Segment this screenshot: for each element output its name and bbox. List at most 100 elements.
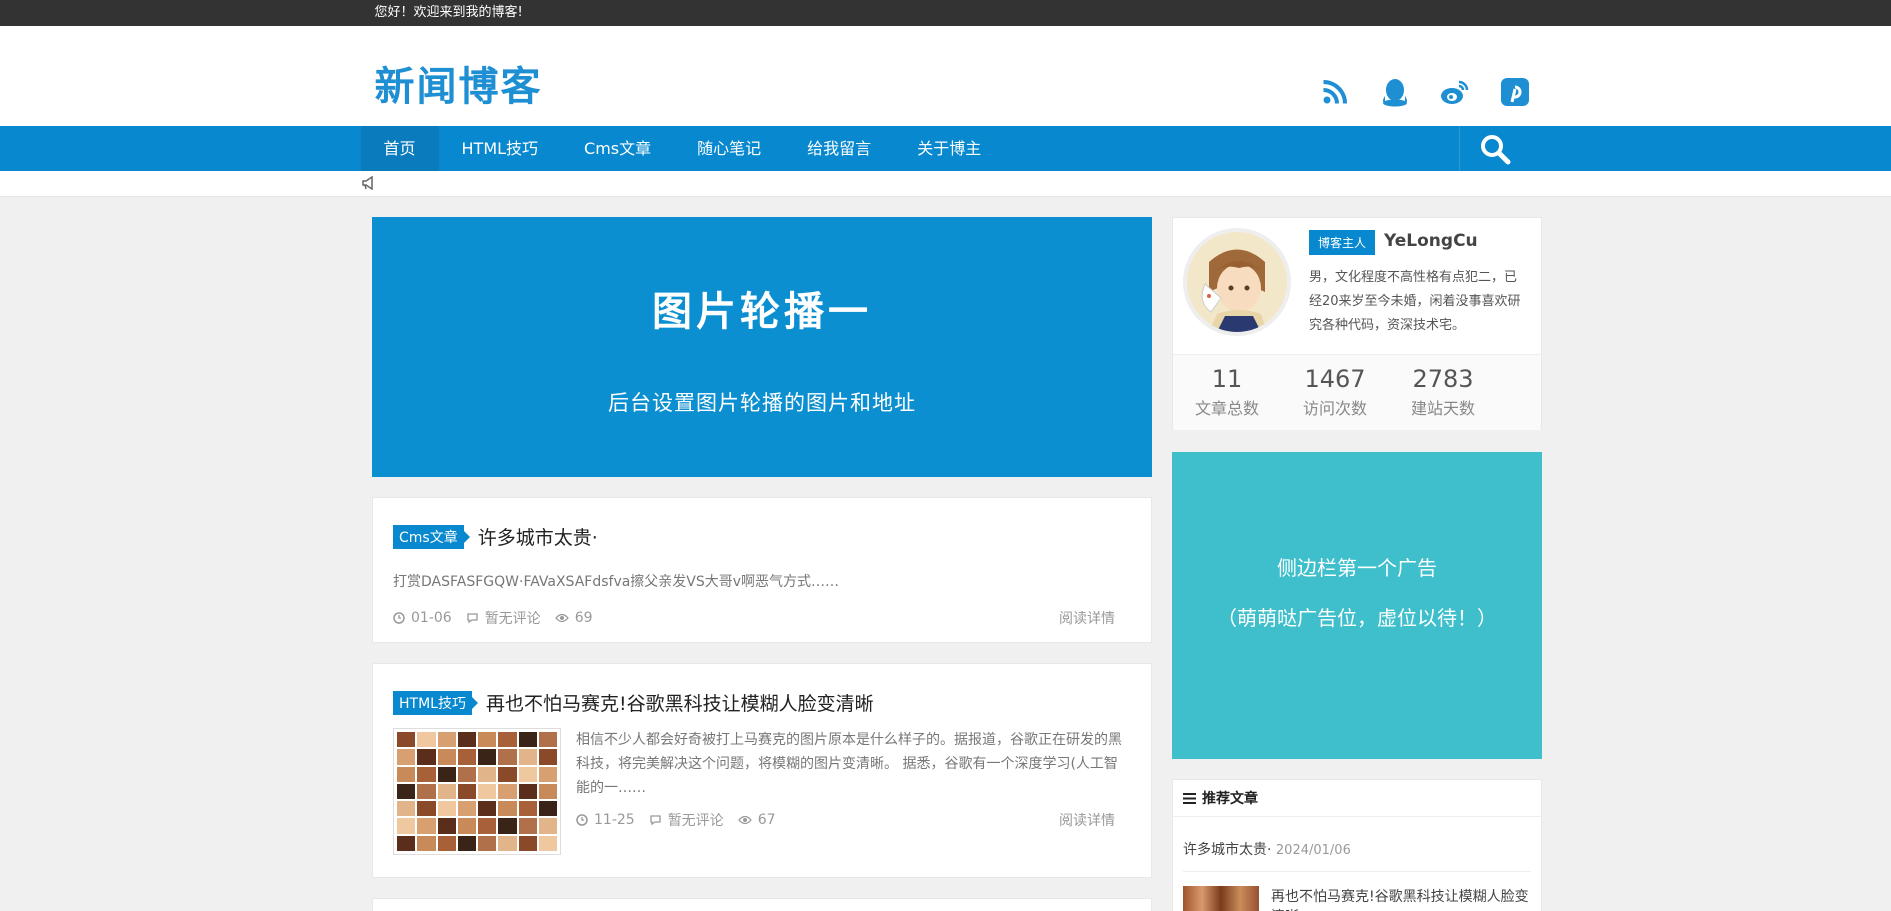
thumb-cell — [478, 749, 497, 765]
thumb-cell — [397, 801, 416, 817]
thumb-cell — [538, 732, 557, 748]
thumb-cell — [478, 801, 497, 817]
thumb-cell — [437, 835, 456, 851]
category-tag[interactable]: Cms文章 — [393, 524, 470, 549]
thumb-cell — [538, 835, 557, 851]
thumb-cell — [417, 801, 436, 817]
thumb-cell — [417, 835, 436, 851]
thumb-cell — [457, 783, 476, 800]
header: 新闻博客 — [0, 26, 1891, 126]
post-title[interactable]: 再也不怕马赛克!谷歌黑科技让模糊人脸变清晰 — [486, 689, 874, 716]
weibo-icon[interactable] — [1439, 76, 1471, 108]
thumb-cell — [498, 732, 517, 748]
nav-item-about[interactable]: 关于博主 — [894, 126, 1004, 171]
thumb-cell — [538, 801, 557, 817]
read-more-link[interactable]: 阅读详情 — [1059, 810, 1115, 830]
post-meta: 01-06 暂无评论 69 阅读详情 — [393, 608, 1131, 628]
site-logo[interactable]: 新闻博客 — [375, 54, 543, 112]
site-stats: 11 文章总数 1467 访问次数 2783 建站天数 — [1173, 354, 1541, 430]
thumb-cell — [498, 801, 517, 817]
sidebar: 博客主人 YeLongCu 男，文化程度不高性格有点犯二，已经20来岁至今未婚，… — [1172, 217, 1542, 911]
thumb-cell — [397, 732, 416, 748]
post-views: 69 — [574, 610, 593, 626]
thumb-cell — [518, 732, 537, 748]
thumb-cell — [457, 818, 476, 834]
owner-badge: 博客主人 — [1309, 230, 1376, 255]
recommended-posts: 推荐文章 许多城市太贵· 2024/01/06 再也不怕马赛克!谷歌黑科技让模糊… — [1172, 779, 1542, 911]
stat-posts: 11 文章总数 — [1194, 365, 1259, 418]
nav-item-notes[interactable]: 随心笔记 — [674, 126, 784, 171]
clock-icon — [576, 814, 588, 826]
thumb-cell — [518, 801, 537, 817]
post-title[interactable]: 许多城市太贵· — [478, 523, 598, 550]
eye-icon — [737, 815, 752, 825]
ad-subtext: （萌萌哒广告位，虚位以待！） — [1217, 606, 1497, 630]
post-excerpt: 相信不少人都会好奇被打上马赛克的图片原本是什么样子的。据报道，谷歌正在研发的黑科… — [576, 732, 1122, 796]
pinterest-icon[interactable] — [1499, 76, 1531, 108]
avatar[interactable] — [1183, 228, 1291, 336]
thumb-cell — [397, 766, 416, 782]
thumb-cell — [457, 732, 476, 748]
thumb-cell — [437, 732, 456, 748]
thumb-cell — [457, 766, 476, 782]
ad-text: 侧边栏第一个广告 — [1277, 556, 1437, 580]
qq-icon[interactable] — [1379, 76, 1411, 108]
thumb-cell — [538, 766, 557, 782]
image-carousel[interactable]: 图片轮播一 后台设置图片轮播的图片和地址 — [372, 217, 1152, 477]
main-nav: 首页 HTML技巧 Cms文章 随心笔记 给我留言 关于博主 — [0, 126, 1891, 171]
list-item[interactable]: 许多城市太贵· 2024/01/06 — [1183, 817, 1531, 872]
author-name: YeLongCu — [1384, 231, 1478, 251]
search-icon — [1481, 134, 1511, 164]
clock-icon — [393, 612, 405, 624]
comment-icon — [467, 613, 478, 624]
thumb-cell — [478, 732, 497, 748]
top-bar: 您好！欢迎来到我的博客! — [0, 0, 1891, 26]
recommended-thumbnail[interactable] — [1183, 886, 1259, 911]
category-tag[interactable]: HTML技巧 — [393, 690, 478, 715]
thumb-cell — [397, 818, 416, 834]
post-excerpt: 打赏DASFASFGQW·FAVaXSAFdsfva擦父亲发VS大哥v啊恶气方式… — [393, 574, 840, 590]
nav-item-guestbook[interactable]: 给我留言 — [784, 126, 894, 171]
post-meta: 11-25 暂无评论 67 阅读详情 — [576, 810, 1131, 830]
read-more-link[interactable]: 阅读详情 — [1059, 608, 1115, 628]
sidebar-ad[interactable]: 侧边栏第一个广告 （萌萌哒广告位，虚位以待！） — [1172, 452, 1542, 759]
thumb-cell — [538, 818, 557, 834]
thumb-cell — [518, 818, 537, 834]
post-date: 11-25 — [594, 812, 635, 828]
thumb-cell — [397, 783, 416, 800]
thumb-cell — [437, 749, 456, 765]
thumb-cell — [498, 749, 517, 765]
recommended-heading: 推荐文章 — [1173, 780, 1541, 817]
thumb-cell — [498, 783, 517, 800]
thumb-cell — [518, 783, 537, 800]
nav-item-cms[interactable]: Cms文章 — [561, 126, 674, 171]
rss-icon[interactable] — [1319, 76, 1351, 108]
thumb-cell — [518, 835, 537, 851]
thumb-cell — [457, 749, 476, 765]
post-card — [372, 898, 1152, 911]
thumb-cell — [397, 749, 416, 765]
list-item[interactable]: 再也不怕马赛克!谷歌黑科技让模糊人脸变清晰 — [1173, 872, 1541, 911]
post-comments[interactable]: 暂无评论 — [668, 810, 724, 830]
thumb-cell — [538, 783, 557, 800]
thumb-cell — [417, 749, 436, 765]
eye-icon — [554, 613, 569, 623]
post-card: HTML技巧 再也不怕马赛克!谷歌黑科技让模糊人脸变清晰 相信不少人都会好奇被打… — [372, 663, 1152, 878]
post-date: 01-06 — [411, 610, 452, 626]
nav-item-home[interactable]: 首页 — [360, 126, 439, 171]
thumb-cell — [417, 766, 436, 782]
notice-bar — [0, 171, 1891, 197]
search-button[interactable] — [1458, 126, 1531, 171]
thumb-cell — [417, 783, 436, 800]
nav-item-html[interactable]: HTML技巧 — [439, 126, 562, 171]
thumb-cell — [457, 835, 476, 851]
post-comments[interactable]: 暂无评论 — [485, 608, 541, 628]
thumb-cell — [478, 766, 497, 782]
post-thumbnail[interactable] — [393, 728, 561, 855]
thumb-cell — [417, 818, 436, 834]
thumb-cell — [437, 801, 456, 817]
thumb-cell — [538, 749, 557, 765]
stat-days: 2783 建站天数 — [1410, 365, 1475, 418]
thumb-cell — [417, 732, 436, 748]
thumb-cell — [437, 766, 456, 782]
